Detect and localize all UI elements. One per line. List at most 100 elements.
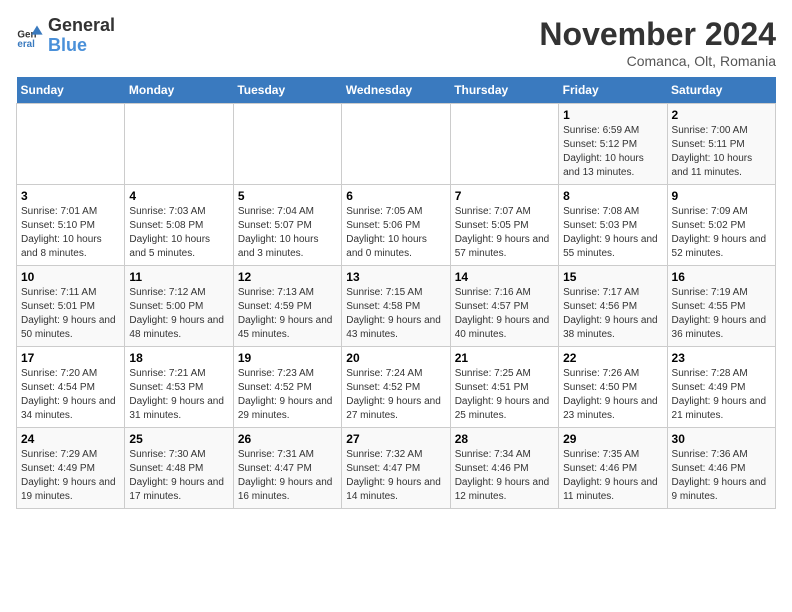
- day-info: Sunrise: 7:15 AM Sunset: 4:58 PM Dayligh…: [346, 286, 445, 342]
- day-info: Sunrise: 7:04 AM Sunset: 5:07 PM Dayligh…: [238, 205, 337, 261]
- calendar-cell: 4 Sunrise: 7:03 AM Sunset: 5:08 PM Daylig…: [125, 185, 233, 266]
- calendar-cell: 21 Sunrise: 7:25 AM Sunset: 4:51 PM Dayli…: [450, 347, 558, 428]
- logo-line2: Blue: [48, 35, 87, 55]
- day-number: 19: [238, 351, 337, 365]
- day-number: 17: [21, 351, 120, 365]
- day-info: Sunrise: 7:30 AM Sunset: 4:48 PM Dayligh…: [129, 448, 228, 504]
- calendar-cell: [450, 104, 558, 185]
- calendar-cell: [233, 104, 341, 185]
- location-subtitle: Comanca, Olt, Romania: [539, 53, 776, 69]
- calendar-cell: 2 Sunrise: 7:00 AM Sunset: 5:11 PM Daylig…: [667, 104, 775, 185]
- day-info: Sunrise: 7:23 AM Sunset: 4:52 PM Dayligh…: [238, 367, 337, 423]
- calendar-week-row: 1 Sunrise: 6:59 AM Sunset: 5:12 PM Daylig…: [17, 104, 776, 185]
- calendar-week-row: 3 Sunrise: 7:01 AM Sunset: 5:10 PM Daylig…: [17, 185, 776, 266]
- calendar-cell: 7Sunrise: 7:07 AM Sunset: 5:05 PM Daylig…: [450, 185, 558, 266]
- calendar-cell: 25Sunrise: 7:30 AM Sunset: 4:48 PM Dayli…: [125, 428, 233, 509]
- calendar-cell: 8Sunrise: 7:08 AM Sunset: 5:03 PM Daylig…: [559, 185, 667, 266]
- day-info: Sunrise: 7:20 AM Sunset: 4:54 PM Dayligh…: [21, 367, 120, 423]
- calendar-week-row: 17 Sunrise: 7:20 AM Sunset: 4:54 PM Dayli…: [17, 347, 776, 428]
- day-number: 27: [346, 432, 445, 446]
- day-number: 18: [129, 351, 228, 365]
- day-number: 10: [21, 270, 120, 284]
- calendar-cell: 5 Sunrise: 7:04 AM Sunset: 5:07 PM Daylig…: [233, 185, 341, 266]
- calendar-header-row: SundayMondayTuesdayWednesdayThursdayFrid…: [17, 77, 776, 104]
- day-of-week-header: Monday: [125, 77, 233, 104]
- day-of-week-header: Sunday: [17, 77, 125, 104]
- day-number: 1: [563, 108, 662, 122]
- day-info: Sunrise: 7:35 AM Sunset: 4:46 PM Dayligh…: [563, 448, 662, 504]
- day-of-week-header: Wednesday: [342, 77, 450, 104]
- calendar-cell: 17 Sunrise: 7:20 AM Sunset: 4:54 PM Dayli…: [17, 347, 125, 428]
- day-number: 3: [21, 189, 120, 203]
- day-number: 22: [563, 351, 662, 365]
- day-info: Sunrise: 7:24 AM Sunset: 4:52 PM Dayligh…: [346, 367, 445, 423]
- day-number: 5: [238, 189, 337, 203]
- day-number: 6: [346, 189, 445, 203]
- day-of-week-header: Saturday: [667, 77, 775, 104]
- day-number: 14: [455, 270, 554, 284]
- day-info: Sunrise: 7:13 AM Sunset: 4:59 PM Dayligh…: [238, 286, 337, 342]
- day-info: Sunrise: 7:16 AM Sunset: 4:57 PM Dayligh…: [455, 286, 554, 342]
- day-info: Sunrise: 7:25 AM Sunset: 4:51 PM Dayligh…: [455, 367, 554, 423]
- logo-icon: Gen eral: [16, 22, 44, 50]
- day-of-week-header: Thursday: [450, 77, 558, 104]
- day-number: 21: [455, 351, 554, 365]
- day-info: Sunrise: 7:31 AM Sunset: 4:47 PM Dayligh…: [238, 448, 337, 504]
- calendar-body: 1 Sunrise: 6:59 AM Sunset: 5:12 PM Daylig…: [17, 104, 776, 509]
- day-number: 4: [129, 189, 228, 203]
- calendar-cell: 29 Sunrise: 7:35 AM Sunset: 4:46 PM Dayli…: [559, 428, 667, 509]
- calendar-cell: 19 Sunrise: 7:23 AM Sunset: 4:52 PM Dayli…: [233, 347, 341, 428]
- day-info: Sunrise: 7:19 AM Sunset: 4:55 PM Dayligh…: [672, 286, 771, 342]
- day-info: Sunrise: 7:01 AM Sunset: 5:10 PM Dayligh…: [21, 205, 120, 261]
- day-info: Sunrise: 7:08 AM Sunset: 5:03 PM Dayligh…: [563, 205, 662, 261]
- day-info: Sunrise: 7:36 AM Sunset: 4:46 PM Dayligh…: [672, 448, 771, 504]
- day-info: Sunrise: 7:05 AM Sunset: 5:06 PM Dayligh…: [346, 205, 445, 261]
- logo-text: General Blue: [48, 16, 115, 56]
- calendar-cell: 16Sunrise: 7:19 AM Sunset: 4:55 PM Dayli…: [667, 266, 775, 347]
- day-info: Sunrise: 7:29 AM Sunset: 4:49 PM Dayligh…: [21, 448, 120, 504]
- day-info: Sunrise: 7:00 AM Sunset: 5:11 PM Dayligh…: [672, 124, 771, 180]
- day-info: Sunrise: 7:12 AM Sunset: 5:00 PM Dayligh…: [129, 286, 228, 342]
- day-info: Sunrise: 7:09 AM Sunset: 5:02 PM Dayligh…: [672, 205, 771, 261]
- day-info: Sunrise: 7:32 AM Sunset: 4:47 PM Dayligh…: [346, 448, 445, 504]
- day-number: 2: [672, 108, 771, 122]
- calendar-cell: 22Sunrise: 7:26 AM Sunset: 4:50 PM Dayli…: [559, 347, 667, 428]
- calendar-cell: 14 Sunrise: 7:16 AM Sunset: 4:57 PM Dayli…: [450, 266, 558, 347]
- calendar-cell: 12 Sunrise: 7:13 AM Sunset: 4:59 PM Dayli…: [233, 266, 341, 347]
- calendar-week-row: 10 Sunrise: 7:11 AM Sunset: 5:01 PM Dayli…: [17, 266, 776, 347]
- calendar-cell: 27 Sunrise: 7:32 AM Sunset: 4:47 PM Dayli…: [342, 428, 450, 509]
- calendar-cell: 30Sunrise: 7:36 AM Sunset: 4:46 PM Dayli…: [667, 428, 775, 509]
- calendar-cell: 18 Sunrise: 7:21 AM Sunset: 4:53 PM Dayli…: [125, 347, 233, 428]
- day-number: 26: [238, 432, 337, 446]
- calendar-cell: 10 Sunrise: 7:11 AM Sunset: 5:01 PM Dayli…: [17, 266, 125, 347]
- calendar-week-row: 24Sunrise: 7:29 AM Sunset: 4:49 PM Dayli…: [17, 428, 776, 509]
- day-info: Sunrise: 6:59 AM Sunset: 5:12 PM Dayligh…: [563, 124, 662, 180]
- calendar-cell: 15 Sunrise: 7:17 AM Sunset: 4:56 PM Dayli…: [559, 266, 667, 347]
- day-number: 15: [563, 270, 662, 284]
- calendar-table: SundayMondayTuesdayWednesdayThursdayFrid…: [16, 77, 776, 509]
- svg-text:eral: eral: [17, 39, 35, 50]
- title-block: November 2024 Comanca, Olt, Romania: [539, 16, 776, 69]
- calendar-cell: 20Sunrise: 7:24 AM Sunset: 4:52 PM Dayli…: [342, 347, 450, 428]
- calendar-cell: [17, 104, 125, 185]
- page-header: Gen eral General Blue November 2024 Coma…: [16, 16, 776, 69]
- day-number: 13: [346, 270, 445, 284]
- day-number: 12: [238, 270, 337, 284]
- day-info: Sunrise: 7:11 AM Sunset: 5:01 PM Dayligh…: [21, 286, 120, 342]
- calendar-cell: 23Sunrise: 7:28 AM Sunset: 4:49 PM Dayli…: [667, 347, 775, 428]
- day-info: Sunrise: 7:34 AM Sunset: 4:46 PM Dayligh…: [455, 448, 554, 504]
- day-info: Sunrise: 7:03 AM Sunset: 5:08 PM Dayligh…: [129, 205, 228, 261]
- calendar-cell: 13 Sunrise: 7:15 AM Sunset: 4:58 PM Dayli…: [342, 266, 450, 347]
- day-number: 29: [563, 432, 662, 446]
- calendar-cell: 11 Sunrise: 7:12 AM Sunset: 5:00 PM Dayli…: [125, 266, 233, 347]
- day-number: 28: [455, 432, 554, 446]
- day-info: Sunrise: 7:21 AM Sunset: 4:53 PM Dayligh…: [129, 367, 228, 423]
- calendar-cell: 3 Sunrise: 7:01 AM Sunset: 5:10 PM Daylig…: [17, 185, 125, 266]
- day-number: 11: [129, 270, 228, 284]
- day-info: Sunrise: 7:28 AM Sunset: 4:49 PM Dayligh…: [672, 367, 771, 423]
- month-title: November 2024: [539, 16, 776, 53]
- calendar-cell: [342, 104, 450, 185]
- calendar-cell: 6 Sunrise: 7:05 AM Sunset: 5:06 PM Daylig…: [342, 185, 450, 266]
- calendar-cell: 28 Sunrise: 7:34 AM Sunset: 4:46 PM Dayli…: [450, 428, 558, 509]
- day-info: Sunrise: 7:17 AM Sunset: 4:56 PM Dayligh…: [563, 286, 662, 342]
